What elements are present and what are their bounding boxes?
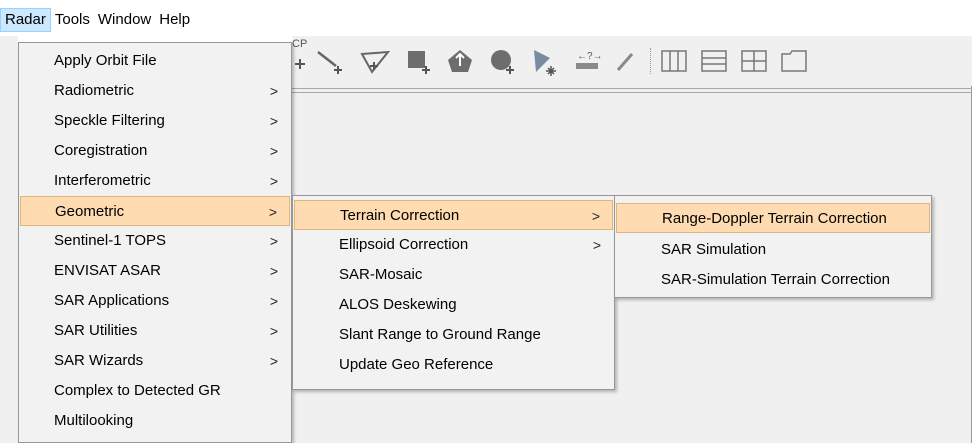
menu-item-sar-simulation-terrain-correction[interactable]: SAR-Simulation Terrain Correction (616, 265, 930, 295)
menu-item-label: Update Geo Reference (339, 356, 494, 373)
chevron-right-icon: > (269, 143, 278, 159)
tile-grid-icon[interactable] (740, 48, 770, 76)
toolbar: CP ←?→ (292, 36, 972, 86)
chevron-right-icon: > (269, 323, 278, 339)
menu-item-label: Coregistration (54, 142, 148, 159)
menu-item-label: Geometric (55, 203, 125, 220)
menu-item-sar-applications[interactable]: SAR Applications > (20, 286, 290, 316)
toolbar-separator (650, 48, 651, 74)
menu-item-label: SAR Simulation (661, 241, 767, 258)
left-gutter (0, 36, 18, 443)
menu-item-range-doppler-terrain-correction[interactable]: Range-Doppler Terrain Correction (616, 203, 930, 233)
menu-item-sar-mosaic[interactable]: SAR-Mosaic (294, 260, 613, 290)
menu-item-terrain-correction[interactable]: Terrain Correction > (294, 200, 613, 230)
menu-radar[interactable]: Radar (0, 8, 51, 32)
menu-item-label: Radiometric (54, 82, 135, 99)
menu-item-label: SAR Wizards (54, 352, 144, 369)
menu-item-label: Interferometric (54, 172, 151, 189)
menu-item-label: Terrain Correction (340, 207, 460, 224)
radar-menu: Apply Orbit File Radiometric > Speckle F… (18, 42, 292, 443)
menu-item-label: Slant Range to Ground Range (339, 326, 541, 343)
chevron-right-icon: > (269, 173, 278, 189)
menu-window[interactable]: Window (94, 8, 155, 32)
geometric-submenu: Terrain Correction > Ellipsoid Correctio… (292, 195, 615, 390)
menu-item-label: Multilooking (54, 412, 134, 429)
pin-tool-icon[interactable] (614, 48, 638, 76)
add-point-icon[interactable] (292, 48, 312, 76)
menu-item-interferometric[interactable]: Interferometric > (20, 166, 290, 196)
menu-item-label: SAR Applications (54, 292, 170, 309)
menu-item-label: Apply Orbit File (54, 52, 157, 69)
chevron-right-icon: > (269, 353, 278, 369)
chevron-right-icon: > (592, 237, 601, 253)
tile-window-icon[interactable] (780, 48, 810, 76)
menu-item-update-geo-reference[interactable]: Update Geo Reference (294, 350, 613, 380)
tile-horizontal-icon[interactable] (700, 48, 730, 76)
menu-item-coregistration[interactable]: Coregistration > (20, 136, 290, 166)
chevron-right-icon: > (269, 233, 278, 249)
menu-bar: Radar Tools Window Help (0, 0, 972, 36)
menu-item-slant-range-to-ground-range[interactable]: Slant Range to Ground Range (294, 320, 613, 350)
menu-item-sar-wizards[interactable]: SAR Wizards > (20, 346, 290, 376)
chevron-right-icon: > (268, 204, 277, 220)
svg-text:←?→: ←?→ (577, 51, 603, 62)
menu-item-label: SAR-Simulation Terrain Correction (661, 271, 890, 288)
add-ellipse-icon[interactable] (488, 48, 518, 76)
chevron-right-icon: > (269, 293, 278, 309)
chevron-right-icon: > (591, 208, 600, 224)
magic-wand-icon[interactable] (530, 48, 560, 78)
menu-item-multilooking[interactable]: Multilooking (20, 406, 290, 436)
menu-item-label: SAR-Mosaic (339, 266, 423, 283)
draw-polyline-icon[interactable] (358, 48, 392, 76)
draw-line-icon[interactable] (314, 48, 348, 76)
toolbar-divider-2 (292, 92, 972, 93)
menu-item-label: ENVISAT ASAR (54, 262, 161, 279)
menu-item-sar-utilities[interactable]: SAR Utilities > (20, 316, 290, 346)
menu-item-label: Ellipsoid Correction (339, 236, 469, 253)
menu-item-label: Speckle Filtering (54, 112, 165, 129)
menu-item-label: SAR Utilities (54, 322, 138, 339)
menu-item-geometric[interactable]: Geometric > (20, 196, 290, 226)
chevron-right-icon: > (269, 263, 278, 279)
menu-tools[interactable]: Tools (51, 8, 94, 32)
menu-item-radiometric[interactable]: Radiometric > (20, 76, 290, 106)
menu-item-apply-orbit-file[interactable]: Apply Orbit File (20, 46, 290, 76)
tile-vertical-icon[interactable] (660, 48, 690, 76)
range-finder-icon[interactable]: ←?→ (572, 48, 606, 76)
menu-item-label: Sentinel-1 TOPS (54, 232, 167, 249)
menu-item-label: ALOS Deskewing (339, 296, 457, 313)
chevron-right-icon: > (269, 83, 278, 99)
menu-item-envisat-asar[interactable]: ENVISAT ASAR > (20, 256, 290, 286)
toolbar-divider (292, 88, 972, 89)
menu-item-speckle-filtering[interactable]: Speckle Filtering > (20, 106, 290, 136)
menu-help[interactable]: Help (155, 8, 194, 32)
menu-item-sentinel-1-tops[interactable]: Sentinel-1 TOPS > (20, 226, 290, 256)
menu-item-complex-to-detected-gr[interactable]: Complex to Detected GR (20, 376, 290, 406)
menu-item-label: Range-Doppler Terrain Correction (662, 210, 887, 227)
menu-item-alos-deskewing[interactable]: ALOS Deskewing (294, 290, 613, 320)
add-rectangle-icon[interactable] (404, 48, 434, 76)
pan-shape-icon[interactable] (444, 48, 478, 76)
menu-item-ellipsoid-correction[interactable]: Ellipsoid Correction > (294, 230, 613, 260)
menu-item-label: Complex to Detected GR (54, 382, 221, 399)
chevron-right-icon: > (269, 113, 278, 129)
terrain-correction-submenu: Range-Doppler Terrain Correction SAR Sim… (614, 195, 932, 298)
menu-item-sar-simulation[interactable]: SAR Simulation (616, 235, 930, 265)
